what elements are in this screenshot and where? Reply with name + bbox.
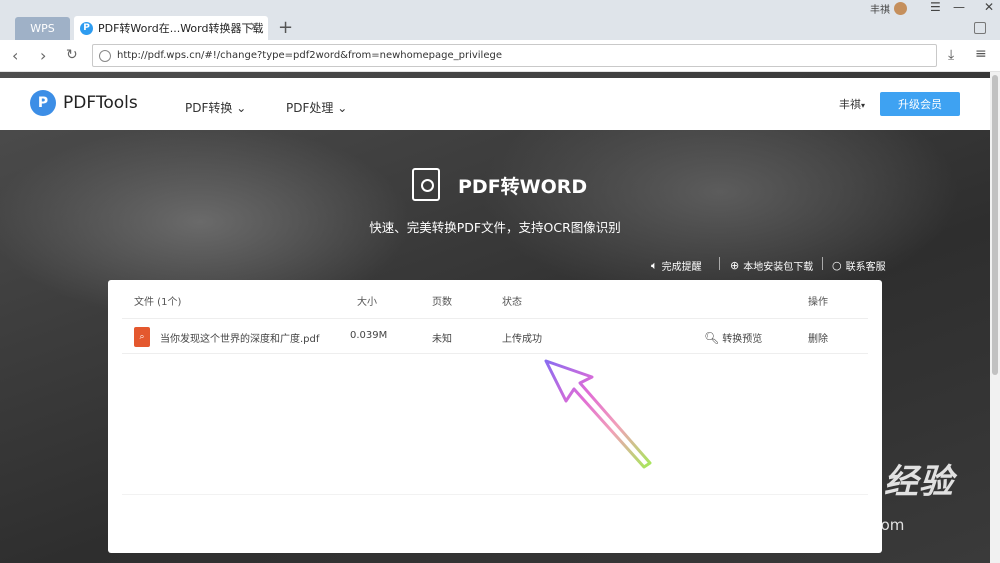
- contact-support-link[interactable]: ○ 联系客服: [832, 258, 886, 273]
- convert-preview-button[interactable]: 🔍︎ 转换预览: [704, 330, 763, 346]
- close-tab-icon[interactable]: ✕: [249, 20, 260, 35]
- chevron-down-icon: ⌄: [337, 101, 348, 115]
- chevron-down-icon: ⌄: [236, 101, 247, 115]
- browser-tab-bar: WPS P PDF转Word在...Word转换器下载 ✕ + 丰祺 ☰ — ✕: [0, 0, 1000, 40]
- page-subtitle: 快速、完美转换PDF文件，支持OCR图像识别: [369, 220, 621, 235]
- upgrade-member-button[interactable]: 升级会员: [880, 92, 960, 116]
- file-pages: 未知: [432, 334, 452, 345]
- header-file: 文件 (1个): [134, 297, 182, 308]
- reload-icon[interactable]: ↻: [66, 47, 78, 63]
- logo[interactable]: P PDFTools: [30, 90, 138, 116]
- window-user[interactable]: 丰祺: [870, 1, 907, 16]
- file-size: 0.039M: [350, 330, 388, 341]
- menu-icon[interactable]: ☰: [930, 0, 941, 14]
- divider: [822, 257, 823, 270]
- completion-reminder-link[interactable]: 🔈︎ 完成提醒: [651, 258, 702, 274]
- site-header: P PDFTools PDF转换 ⌄ PDF处理 ⌄ 丰祺▾ 升级会员: [0, 78, 990, 130]
- watermark: Baidu经验 jingyan.baidu.com: [760, 450, 990, 550]
- speaker-icon: 🔈︎: [651, 258, 658, 272]
- site-info-icon: [99, 49, 111, 62]
- browser-menu-icon[interactable]: ≡: [975, 46, 987, 62]
- pdftools-logo-icon: P: [30, 90, 56, 116]
- pdf-document-icon: [412, 168, 440, 201]
- avatar: [894, 2, 907, 15]
- delete-label: 删除: [808, 334, 828, 345]
- download-circle-icon: ⊕: [730, 259, 740, 272]
- tab-label: PDF转Word在...Word转换器下载: [98, 22, 264, 35]
- link-label: 本地安装包下载: [743, 262, 814, 273]
- divider: [122, 494, 868, 495]
- user-menu[interactable]: 丰祺▾: [839, 96, 865, 112]
- annotation-arrow-icon: [544, 359, 652, 469]
- watermark-brand: Baidu经验: [770, 462, 955, 502]
- forward-icon[interactable]: ›: [40, 46, 46, 65]
- window-user-name: 丰祺: [870, 5, 890, 16]
- page-scrollbar[interactable]: [990, 72, 1000, 563]
- url-text: http://pdf.wps.cn/#!/change?type=pdf2wor…: [117, 50, 502, 61]
- header-ops: 操作: [808, 297, 828, 308]
- divider: [122, 318, 868, 319]
- nav-label: PDF转换: [185, 101, 233, 115]
- close-window-icon[interactable]: ✕: [984, 0, 994, 14]
- user-name: 丰祺: [839, 98, 861, 111]
- sidebar-toggle-icon[interactable]: [974, 22, 986, 34]
- preview-label: 转换预览: [722, 334, 763, 345]
- nav-pdf-process[interactable]: PDF处理 ⌄: [286, 99, 347, 116]
- caret-down-icon: ▾: [861, 101, 866, 110]
- support-icon: ○: [832, 259, 842, 272]
- header-status: 状态: [502, 297, 522, 308]
- scrollbar-thumb[interactable]: [992, 75, 998, 375]
- search-icon: 🔍︎: [704, 330, 720, 345]
- nav-pdf-convert[interactable]: PDF转换 ⌄: [185, 99, 246, 116]
- back-icon[interactable]: ‹: [12, 46, 18, 65]
- divider: [719, 257, 720, 270]
- nav-label: PDF处理: [286, 101, 334, 115]
- file-status: 上传成功: [502, 334, 542, 345]
- page: P PDFTools PDF转换 ⌄ PDF处理 ⌄ 丰祺▾ 升级会员 PDF转…: [0, 72, 990, 563]
- download-icon[interactable]: ⤓: [948, 47, 954, 63]
- local-install-download-link[interactable]: ⊕ 本地安装包下载: [730, 258, 813, 273]
- pdf-file-icon: ⌕: [134, 327, 150, 347]
- page-title: PDF转WORD: [458, 176, 588, 198]
- minimize-icon[interactable]: —: [953, 0, 965, 14]
- divider: [122, 353, 868, 354]
- link-label: 完成提醒: [661, 262, 702, 273]
- link-label: 联系客服: [845, 262, 886, 273]
- delete-button[interactable]: 删除: [808, 330, 828, 345]
- tab-wps[interactable]: WPS: [15, 17, 70, 40]
- pdf-favicon-icon: P: [80, 21, 93, 35]
- watermark-url: jingyan.baidu.com: [766, 516, 905, 534]
- new-tab-button[interactable]: +: [278, 17, 293, 38]
- tab-pdf-to-word[interactable]: P PDF转Word在...Word转换器下载 ✕: [74, 16, 268, 40]
- header-pages: 页数: [432, 297, 452, 308]
- file-name: 当你发现这个世界的深度和广度.pdf: [160, 334, 320, 345]
- tab-label: WPS: [30, 22, 55, 35]
- logo-text: PDFTools: [63, 93, 138, 113]
- address-bar: ‹ › ↻ http://pdf.wps.cn/#!/change?type=p…: [0, 40, 1000, 72]
- header-size: 大小: [357, 297, 377, 308]
- url-input[interactable]: http://pdf.wps.cn/#!/change?type=pdf2wor…: [92, 44, 937, 67]
